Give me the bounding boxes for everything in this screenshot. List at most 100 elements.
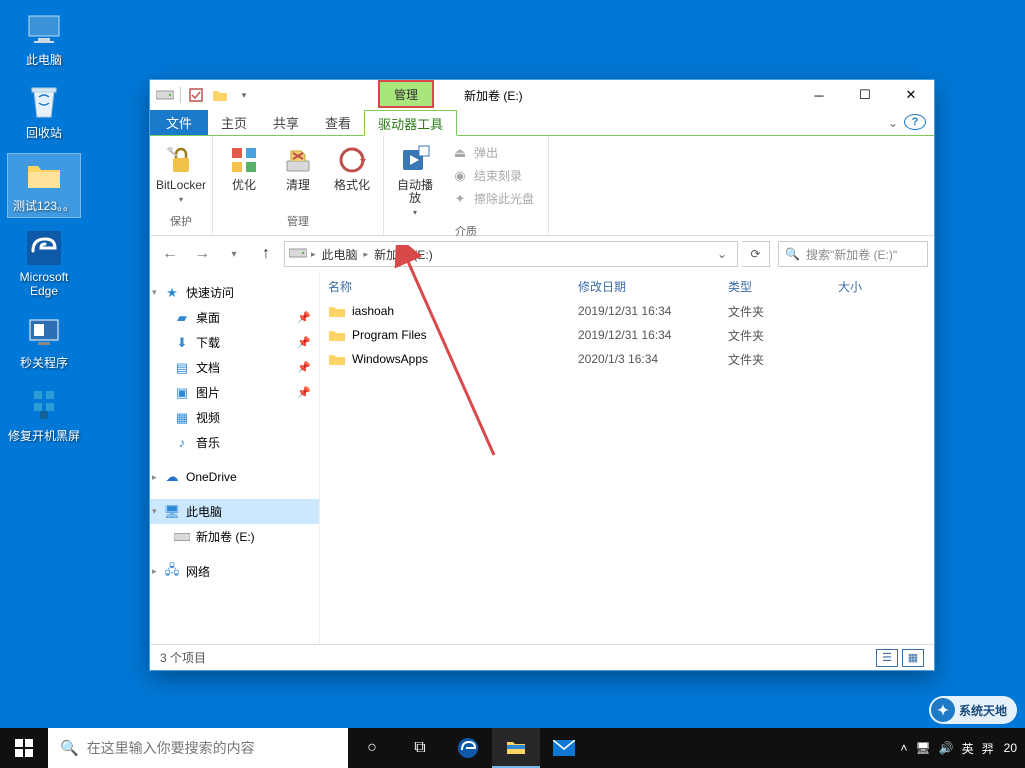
nav-forward-button[interactable]: → bbox=[188, 240, 216, 268]
pin-icon: 📌 bbox=[297, 361, 311, 374]
tray-up-icon[interactable]: ˄ bbox=[900, 741, 907, 755]
download-icon: ⬇ bbox=[174, 335, 190, 351]
ribbon-collapse-icon[interactable]: ⌄ bbox=[882, 110, 904, 135]
qat-properties-icon[interactable] bbox=[187, 86, 205, 104]
nav-pictures[interactable]: ▣图片📌 bbox=[150, 380, 319, 405]
column-type[interactable]: 类型 bbox=[728, 278, 838, 295]
tray-volume-icon[interactable]: 🔊 bbox=[939, 741, 954, 755]
breadcrumb-this-pc[interactable]: 此电脑 bbox=[320, 246, 360, 263]
tray-network-icon[interactable]: 🖥 bbox=[915, 741, 930, 755]
refresh-button[interactable]: ⟳ bbox=[742, 241, 770, 267]
file-list-area[interactable]: 名称 修改日期 类型 大小 iashoah 2019/12/31 16:34 文… bbox=[320, 272, 934, 644]
recycle-bin-icon bbox=[26, 84, 62, 120]
chevron-right-icon: ▸ bbox=[152, 566, 157, 577]
desktop-icon-test-folder[interactable]: 测试123。。 bbox=[8, 154, 80, 217]
tab-home[interactable]: 主页 bbox=[208, 110, 260, 135]
tray-clock[interactable]: 20 bbox=[1004, 741, 1017, 755]
document-icon: ▤ bbox=[174, 360, 190, 376]
taskbar-edge-button[interactable] bbox=[444, 728, 492, 768]
taskbar-explorer-button[interactable] bbox=[492, 728, 540, 768]
column-headers[interactable]: 名称 修改日期 类型 大小 bbox=[320, 272, 934, 299]
taskbar-cortana-button[interactable]: ○ bbox=[348, 728, 396, 768]
column-name[interactable]: 名称 bbox=[328, 278, 578, 295]
file-row[interactable]: Program Files 2019/12/31 16:34 文件夹 bbox=[328, 323, 926, 347]
close-button[interactable]: ✕ bbox=[888, 80, 934, 110]
pin-icon: 📌 bbox=[297, 311, 311, 324]
view-details-button[interactable]: ☰ bbox=[876, 649, 898, 667]
ribbon-autoplay-button[interactable]: 自动播放 ▾ bbox=[390, 140, 440, 221]
nav-up-button[interactable]: ↑ bbox=[252, 240, 280, 268]
desktop-icon-shutdown-app[interactable]: 秒关程序 bbox=[8, 311, 80, 374]
ribbon-bitlocker-button[interactable]: BitLocker ▾ bbox=[156, 140, 206, 208]
desktop-icon-this-pc[interactable]: 此电脑 bbox=[8, 8, 80, 71]
address-bar[interactable]: ▸ 此电脑 ▸ 新加卷 (E:) ⌄ bbox=[284, 241, 738, 267]
taskbar-taskview-button[interactable]: ⧉ bbox=[396, 728, 444, 768]
tray-ime2[interactable]: 羿 bbox=[982, 740, 994, 757]
chevron-right-icon[interactable]: ▸ bbox=[364, 249, 369, 260]
titlebar[interactable]: ▾ 管理 新加卷 (E:) ─ ☐ ✕ bbox=[150, 80, 934, 110]
tab-share[interactable]: 共享 bbox=[260, 110, 312, 135]
nav-downloads[interactable]: ⬇下载📌 bbox=[150, 330, 319, 355]
nav-this-pc[interactable]: ▾🖥此电脑 bbox=[150, 499, 319, 524]
nav-recent-dropdown[interactable]: ▾ bbox=[220, 240, 248, 268]
nav-music[interactable]: ♪音乐 bbox=[150, 430, 319, 455]
disc-icon: ◉ bbox=[452, 168, 468, 184]
pc-icon bbox=[26, 11, 62, 47]
optimize-icon bbox=[228, 144, 260, 176]
search-input[interactable]: 🔍 搜索"新加卷 (E:)" bbox=[778, 241, 928, 267]
nav-network[interactable]: ▸🖧网络 bbox=[150, 559, 319, 584]
chevron-down-icon: ▾ bbox=[152, 287, 157, 298]
ribbon-format-button[interactable]: 格式化 bbox=[327, 140, 377, 196]
chevron-down-icon: ▾ bbox=[179, 195, 183, 204]
taskbar-mail-button[interactable] bbox=[540, 728, 588, 768]
help-icon[interactable]: ? bbox=[904, 114, 926, 130]
nav-onedrive[interactable]: ▸☁OneDrive bbox=[150, 465, 319, 489]
breadcrumb-drive[interactable]: 新加卷 (E:) bbox=[372, 246, 435, 263]
ribbon-erase-button: ✦擦除此光盘 bbox=[448, 188, 538, 209]
folder-icon bbox=[328, 326, 346, 344]
folder-icon bbox=[328, 302, 346, 320]
pin-icon: 📌 bbox=[297, 386, 311, 399]
file-row[interactable]: WindowsApps 2020/1/3 16:34 文件夹 bbox=[328, 347, 926, 371]
drive-icon bbox=[174, 529, 190, 545]
navigation-pane[interactable]: ▾★快速访问 ▰桌面📌 ⬇下载📌 ▤文档📌 ▣图片📌 ▦视频 ♪音乐 ▸☁One… bbox=[150, 272, 320, 644]
start-button[interactable] bbox=[0, 728, 48, 768]
edge-icon bbox=[26, 230, 62, 266]
minimize-button[interactable]: ─ bbox=[796, 80, 842, 110]
tab-drive-tools[interactable]: 驱动器工具 bbox=[364, 110, 457, 136]
nav-desktop[interactable]: ▰桌面📌 bbox=[150, 305, 319, 330]
nav-videos[interactable]: ▦视频 bbox=[150, 405, 319, 430]
file-row[interactable]: iashoah 2019/12/31 16:34 文件夹 bbox=[328, 299, 926, 323]
nav-quick-access[interactable]: ▾★快速访问 bbox=[150, 280, 319, 305]
app-icon bbox=[26, 387, 62, 423]
search-icon: 🔍 bbox=[60, 739, 79, 757]
chevron-down-icon: ▾ bbox=[152, 506, 157, 517]
cleanup-icon bbox=[282, 144, 314, 176]
nav-drive-e[interactable]: 新加卷 (E:) bbox=[150, 524, 319, 549]
nav-back-button[interactable]: ← bbox=[156, 240, 184, 268]
tab-view[interactable]: 查看 bbox=[312, 110, 364, 135]
desktop-icon-edge[interactable]: Microsoft Edge bbox=[8, 227, 80, 301]
column-size[interactable]: 大小 bbox=[838, 278, 926, 295]
view-icons-button[interactable]: ▦ bbox=[902, 649, 924, 667]
contextual-tab-manage[interactable]: 管理 bbox=[378, 80, 434, 108]
ribbon-eject-button: ⏏弹出 bbox=[448, 142, 538, 163]
desktop-icon-fix-blackscreen[interactable]: 修复开机黑屏 bbox=[8, 384, 80, 447]
window-title: 新加卷 (E:) bbox=[464, 80, 523, 110]
desktop-icon-recycle-bin[interactable]: 回收站 bbox=[8, 81, 80, 144]
nav-documents[interactable]: ▤文档📌 bbox=[150, 355, 319, 380]
address-dropdown-icon[interactable]: ⌄ bbox=[711, 247, 733, 261]
ribbon-optimize-button[interactable]: 优化 bbox=[219, 140, 269, 196]
taskbar-search-input[interactable]: 🔍 在这里输入你要搜索的内容 bbox=[48, 728, 348, 768]
maximize-button[interactable]: ☐ bbox=[842, 80, 888, 110]
qat-dropdown-icon[interactable]: ▾ bbox=[235, 86, 253, 104]
tab-file[interactable]: 文件 bbox=[150, 110, 208, 135]
ribbon-cleanup-button[interactable]: 清理 bbox=[273, 140, 323, 196]
column-date[interactable]: 修改日期 bbox=[578, 278, 728, 295]
format-icon bbox=[336, 144, 368, 176]
taskbar[interactable]: 🔍 在这里输入你要搜索的内容 ○ ⧉ ˄ 🖥 🔊 英 羿 20 bbox=[0, 728, 1025, 768]
qat-folder-icon[interactable] bbox=[211, 86, 229, 104]
chevron-right-icon[interactable]: ▸ bbox=[311, 249, 316, 260]
erase-disc-icon: ✦ bbox=[452, 191, 468, 207]
tray-ime[interactable]: 英 bbox=[962, 740, 974, 757]
